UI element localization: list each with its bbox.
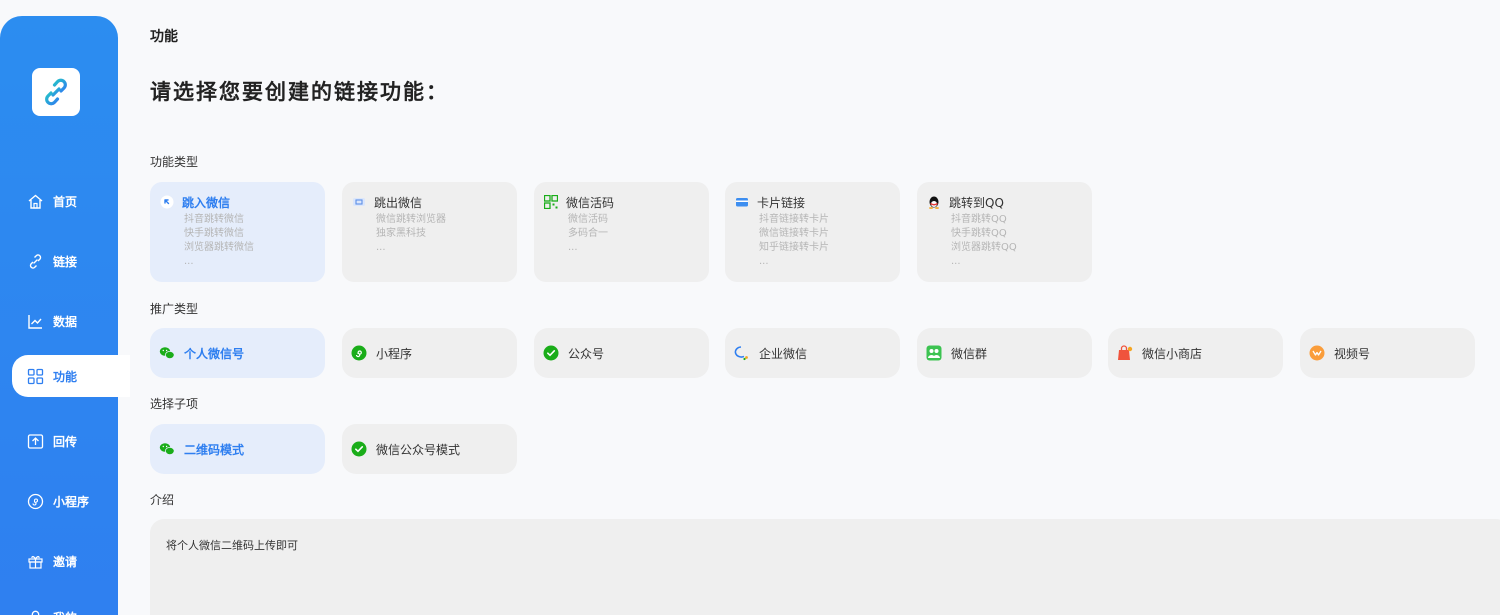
sidebar-item-miniprogram[interactable]: 小程序 <box>0 480 118 522</box>
sidebar-item-invite[interactable]: 邀请 <box>0 540 118 582</box>
link-icon <box>27 253 44 270</box>
page-title: 请选择您要创建的链接功能： <box>150 80 449 104</box>
official-account-icon <box>543 345 559 361</box>
section-label-promo-type: 推广类型 <box>150 302 199 316</box>
function-card-jump-in[interactable]: 跳入微信 抖音跳转微信 快手跳转微信 浏览器跳转微信 ... <box>150 182 325 282</box>
sidebar-item-label: 链接 <box>53 254 78 269</box>
function-card-wechat-live-code[interactable]: 微信活码 微信活码 多码合一 ... <box>534 182 709 282</box>
promo-option-wecom[interactable]: 企业微信 <box>725 328 900 378</box>
sidebar: 首页 链接 数据 功能 回传 小程序 邀请 <box>0 16 130 615</box>
option-label: 企业微信 <box>759 346 808 361</box>
card-description: 抖音链接转卡片 微信链接转卡片 知乎链接转卡片 ... <box>759 214 829 267</box>
breadcrumb: 功能 <box>150 29 178 45</box>
official-account-icon <box>351 441 367 457</box>
channels-icon <box>1309 345 1325 361</box>
user-icon <box>27 609 44 615</box>
option-label: 二维码模式 <box>184 442 245 457</box>
promo-option-channels[interactable]: 视频号 <box>1300 328 1475 378</box>
option-label: 微信公众号模式 <box>376 442 461 457</box>
card-title: 跳出微信 <box>374 195 423 210</box>
upload-icon <box>27 433 44 450</box>
promo-option-wechat-shop[interactable]: 微信小商店 <box>1108 328 1283 378</box>
promo-option-wechat-group[interactable]: 微信群 <box>917 328 1092 378</box>
wecom-icon <box>734 345 750 361</box>
gift-icon <box>27 553 44 570</box>
option-label: 视频号 <box>1334 346 1371 361</box>
sidebar-item-label: 我的 <box>53 609 77 615</box>
sidebar-item-callback[interactable]: 回传 <box>0 420 118 462</box>
grid-icon <box>27 368 44 385</box>
card-title: 卡片链接 <box>757 195 806 210</box>
option-label: 微信群 <box>951 346 988 361</box>
jump-out-icon <box>352 195 366 209</box>
sidebar-item-label: 功能 <box>53 369 78 384</box>
section-label-intro: 介绍 <box>150 493 175 507</box>
function-card-card-link[interactable]: 卡片链接 抖音链接转卡片 微信链接转卡片 知乎链接转卡片 ... <box>725 182 900 282</box>
sidebar-item-label: 邀请 <box>53 554 78 569</box>
shop-icon <box>1117 345 1133 361</box>
card-description: 微信跳转浏览器 独家黑科技 ... <box>376 214 446 253</box>
section-label-function-type: 功能类型 <box>150 155 199 169</box>
sidebar-item-link[interactable]: 链接 <box>0 240 118 282</box>
wechat-icon <box>159 441 175 457</box>
sub-option-qrcode-mode[interactable]: 二维码模式 <box>150 424 325 474</box>
jump-in-icon <box>160 195 174 209</box>
logo[interactable] <box>32 68 80 116</box>
sidebar-item-label: 首页 <box>53 194 78 209</box>
card-title: 微信活码 <box>566 195 615 210</box>
card-description: 抖音跳转微信 快手跳转微信 浏览器跳转微信 ... <box>184 214 254 267</box>
section-label-sub-item: 选择子项 <box>150 397 199 411</box>
intro-text: 将个人微信二维码上传即可 <box>166 539 298 552</box>
wechat-group-icon <box>926 345 942 361</box>
home-icon <box>27 193 44 210</box>
sidebar-item-label: 小程序 <box>53 494 90 509</box>
option-label: 小程序 <box>376 346 413 361</box>
qq-icon <box>927 195 941 209</box>
function-card-jump-qq[interactable]: 跳转到QQ 抖音跳转QQ 快手跳转QQ 浏览器跳转QQ ... <box>917 182 1092 282</box>
intro-box: 将个人微信二维码上传即可 <box>150 519 1500 615</box>
option-label: 微信小商店 <box>1142 346 1203 361</box>
option-label: 个人微信号 <box>184 346 245 361</box>
sidebar-item-label: 数据 <box>53 314 78 329</box>
card-title: 跳入微信 <box>182 195 231 210</box>
miniprogram-icon <box>351 345 367 361</box>
sidebar-item-data[interactable]: 数据 <box>0 300 118 342</box>
promo-option-personal-wechat[interactable]: 个人微信号 <box>150 328 325 378</box>
card-icon <box>735 195 749 209</box>
sidebar-item-mine[interactable]: 我的 <box>0 596 118 615</box>
chart-icon <box>27 313 44 330</box>
card-title: 跳转到QQ <box>949 195 1004 210</box>
promo-option-official-account[interactable]: 公众号 <box>534 328 709 378</box>
sidebar-item-label: 回传 <box>53 434 78 449</box>
wechat-icon <box>159 345 175 361</box>
function-card-jump-out[interactable]: 跳出微信 微信跳转浏览器 独家黑科技 ... <box>342 182 517 282</box>
sidebar-item-function[interactable]: 功能 <box>12 355 130 397</box>
card-description: 抖音跳转QQ 快手跳转QQ 浏览器跳转QQ ... <box>951 214 1017 267</box>
sidebar-item-home[interactable]: 首页 <box>0 180 118 222</box>
card-description: 微信活码 多码合一 ... <box>568 214 608 253</box>
promo-option-miniprogram[interactable]: 小程序 <box>342 328 517 378</box>
sub-option-official-account-mode[interactable]: 微信公众号模式 <box>342 424 517 474</box>
qrcode-icon <box>544 195 558 209</box>
miniprogram-icon <box>27 493 44 510</box>
option-label: 公众号 <box>568 346 605 361</box>
chain-link-icon <box>45 78 67 106</box>
